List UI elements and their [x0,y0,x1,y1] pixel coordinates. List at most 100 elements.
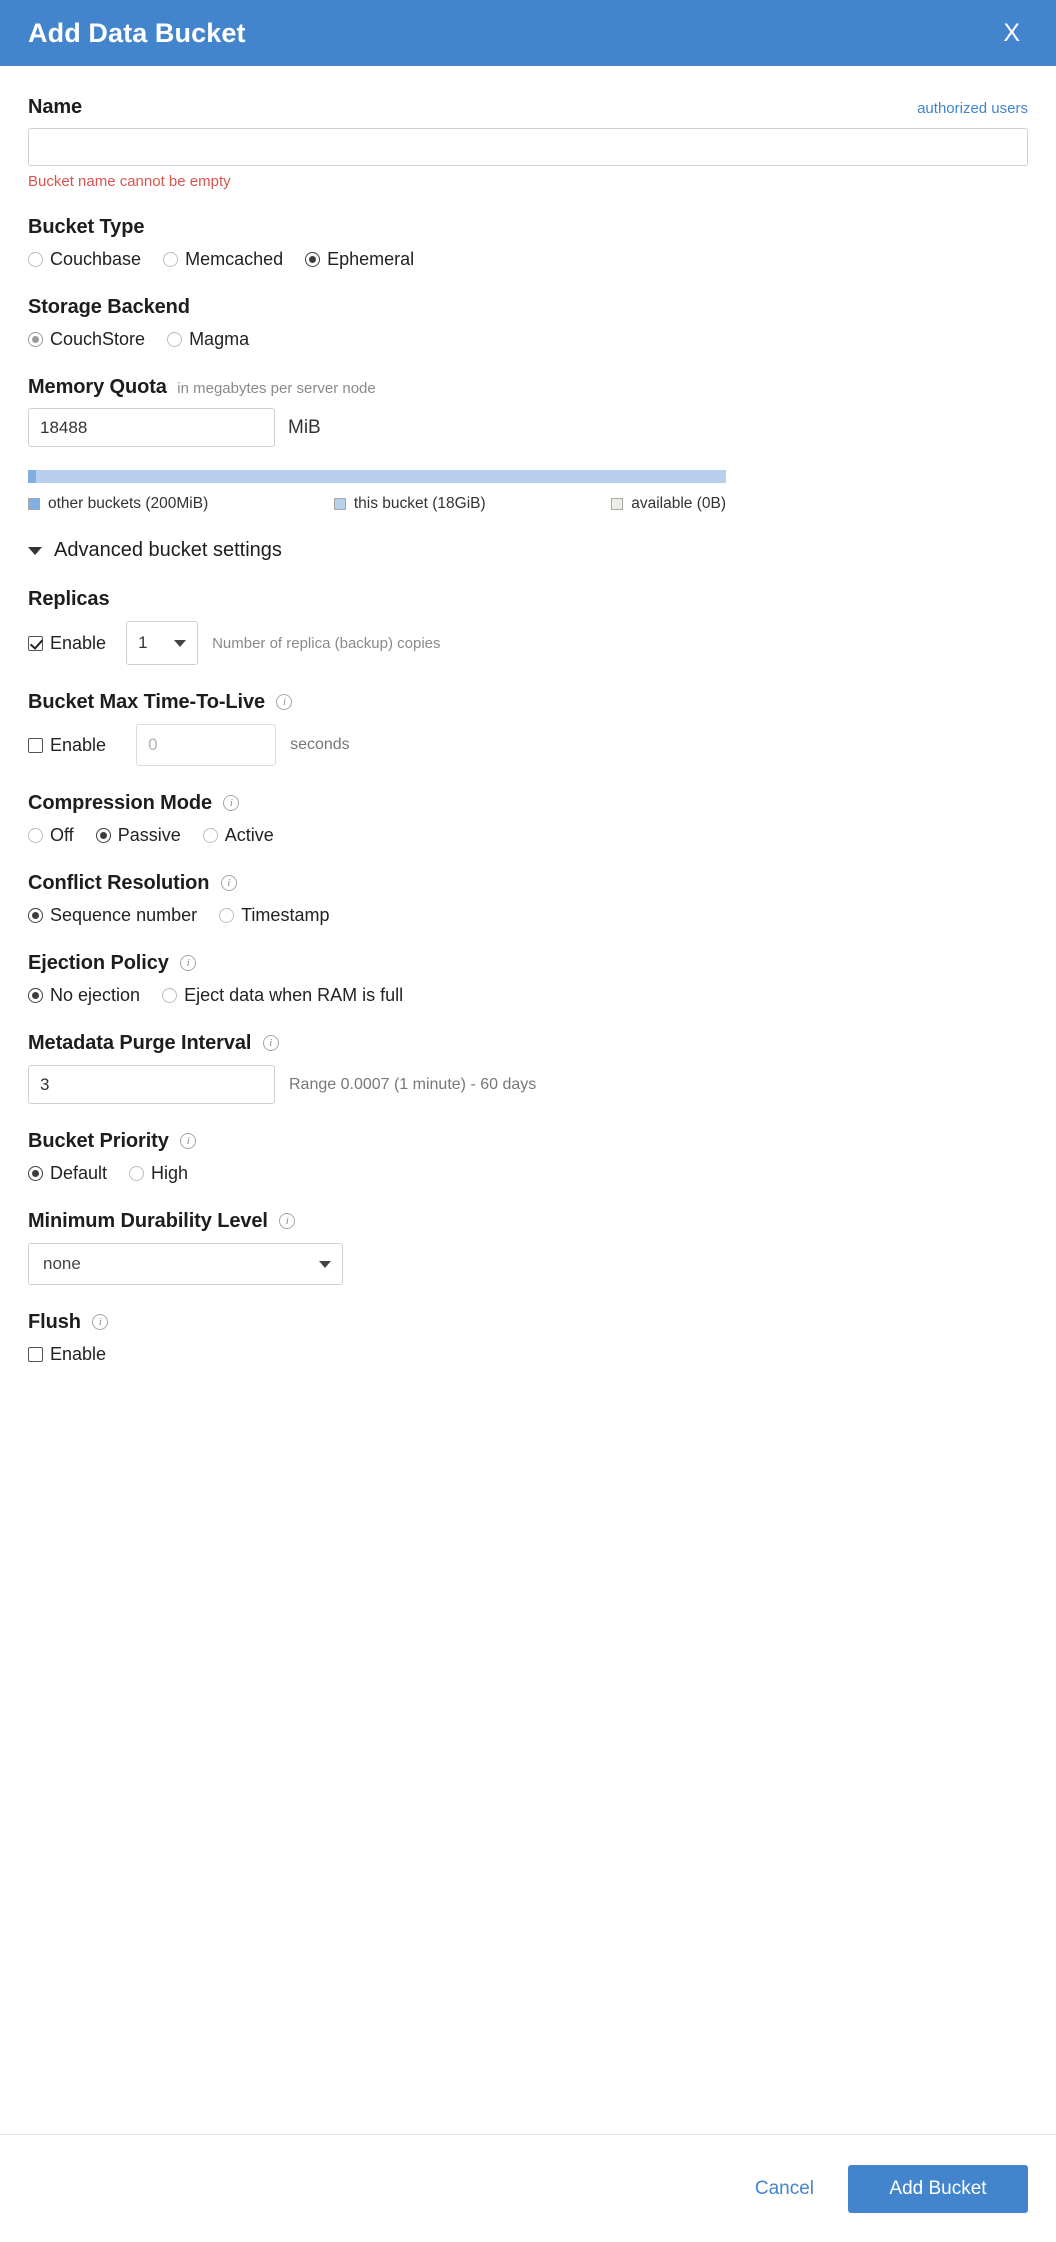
metadata-purge-input[interactable] [28,1065,275,1104]
checkbox-replicas-enable[interactable]: Enable [28,633,106,654]
info-icon[interactable]: i [220,874,237,891]
cancel-button[interactable]: Cancel [749,2177,820,2201]
radio-bucket-type-ephemeral[interactable]: Ephemeral [305,249,414,270]
ejection-policy-options: No ejection Eject data when RAM is full [28,985,1028,1006]
replicas-section: Replicas Enable 1 Number of replica (bac… [28,588,1028,665]
radio-storage-magma[interactable]: Magma [167,329,249,350]
radio-label: Timestamp [241,905,330,925]
max-ttl-section: Bucket Max Time-To-Live i Enable seconds [28,691,1028,766]
memory-quota-section: Memory Quota in megabytes per server nod… [28,376,1028,513]
durability-label: Minimum Durability Level [28,1210,268,1232]
replicas-row: Enable 1 Number of replica (backup) copi… [28,621,1028,665]
durability-level-select[interactable]: none [28,1243,343,1285]
info-icon[interactable]: i [92,1313,109,1330]
info-icon[interactable]: i [279,1212,296,1229]
conflict-resolution-options: Sequence number Timestamp [28,905,1028,926]
legend-item-this-bucket: this bucket (18GiB) [333,495,486,513]
radio-icon [167,332,183,347]
compression-mode-label-row: Compression Mode i [28,792,1028,815]
radio-conflict-sequence-number[interactable]: Sequence number [28,905,197,926]
dialog-header: Add Data Bucket X [0,0,1056,66]
ejection-policy-label: Ejection Policy [28,952,169,974]
durability-section: Minimum Durability Level i none [28,1210,1028,1285]
radio-compression-off[interactable]: Off [28,825,74,846]
radio-label: Sequence number [50,905,198,925]
radio-icon [28,828,43,843]
name-label-row: Name authorized users [28,96,1028,119]
legend-swatch-icon [333,498,346,510]
storage-backend-section: Storage Backend CouchStore Magma [28,296,1028,350]
radio-compression-passive[interactable]: Passive [95,825,181,846]
storage-backend-options: CouchStore Magma [28,329,1028,350]
radio-bucket-type-memcached[interactable]: Memcached [163,249,283,270]
radio-storage-couchstore[interactable]: CouchStore [28,329,145,350]
conflict-resolution-section: Conflict Resolution i Sequence number Ti… [28,872,1028,926]
replica-count-select[interactable]: 1 [126,621,199,665]
radio-label: No ejection [50,985,141,1005]
bucket-type-label: Bucket Type [28,216,145,238]
info-icon[interactable]: i [180,954,197,971]
radio-label: Ephemeral [327,249,415,269]
flush-section: Flush i Enable [28,1311,1028,1365]
legend-item-other-buckets: other buckets (200MiB) [28,495,208,513]
bucket-priority-label: Bucket Priority [28,1130,169,1152]
memory-quota-label: Memory Quota [28,376,167,398]
checkbox-icon [28,737,43,753]
name-section: Name authorized users Bucket name cannot… [28,96,1028,190]
radio-icon [162,988,178,1003]
bucket-priority-section: Bucket Priority i Default High [28,1130,1028,1184]
checkbox-flush-enable[interactable]: Enable [28,1344,106,1365]
chevron-down-icon [174,640,187,647]
radio-label: Default [50,1163,108,1183]
metadata-purge-label: Metadata Purge Interval [28,1032,252,1054]
radio-ejection-full[interactable]: Eject data when RAM is full [162,985,403,1006]
dialog-body: Name authorized users Bucket name cannot… [0,66,1056,1365]
info-icon[interactable]: i [276,693,293,710]
memory-quota-unit: MiB [288,416,321,438]
radio-bucket-type-couchbase[interactable]: Couchbase [28,249,141,270]
radio-label: High [151,1163,189,1183]
flush-row: Enable [28,1344,1028,1365]
chevron-down-icon [319,1261,331,1268]
radio-label: Active [224,825,274,845]
authorized-users-link[interactable]: authorized users [917,100,1028,117]
legend-swatch-icon [28,498,40,510]
advanced-bucket-settings-toggle[interactable]: Advanced bucket settings [28,539,1028,562]
ejection-policy-label-row: Ejection Policy i [28,952,1028,975]
legend-swatch-icon [611,498,624,510]
close-icon[interactable]: X [997,17,1026,50]
radio-priority-high[interactable]: High [129,1163,188,1184]
radio-conflict-timestamp[interactable]: Timestamp [219,905,329,926]
metadata-purge-label-row: Metadata Purge Interval i [28,1032,1028,1055]
checkbox-max-ttl-enable[interactable]: Enable [28,735,106,756]
bar-segment-other-buckets [28,470,36,483]
radio-label: Eject data when RAM is full [184,985,404,1005]
replicas-hint: Number of replica (backup) copies [212,634,441,652]
info-icon[interactable]: i [223,794,240,811]
add-bucket-button[interactable]: Add Bucket [848,2164,1028,2213]
durability-label-row: Minimum Durability Level i [28,1210,1028,1233]
radio-ejection-none[interactable]: No ejection [28,985,140,1006]
compression-mode-label: Compression Mode [28,792,212,814]
radio-icon [129,1166,145,1181]
radio-icon-selected [95,828,111,843]
metadata-purge-interval-section: Metadata Purge Interval i Range 0.0007 (… [28,1032,1028,1104]
memory-quota-sublabel: in megabytes per server node [177,380,376,397]
radio-priority-default[interactable]: Default [28,1163,107,1184]
conflict-resolution-label: Conflict Resolution [28,872,210,894]
compression-mode-options: Off Passive Active [28,825,1028,846]
info-icon[interactable]: i [262,1034,279,1051]
radio-icon-selected [305,252,321,267]
info-icon[interactable]: i [180,1132,197,1149]
bucket-type-section: Bucket Type Couchbase Memcached Ephemera… [28,216,1028,270]
conflict-resolution-label-row: Conflict Resolution i [28,872,1028,895]
max-ttl-input[interactable] [136,724,277,766]
memory-quota-input[interactable] [28,408,275,447]
radio-icon-selected [28,1166,43,1181]
checkbox-label: Enable [50,1344,107,1364]
radio-compression-active[interactable]: Active [202,825,274,846]
advanced-settings-label: Advanced bucket settings [54,539,282,561]
bucket-name-input[interactable] [28,128,1028,166]
max-ttl-label-row: Bucket Max Time-To-Live i [28,691,1028,714]
compression-mode-section: Compression Mode i Off Passive Active [28,792,1028,846]
